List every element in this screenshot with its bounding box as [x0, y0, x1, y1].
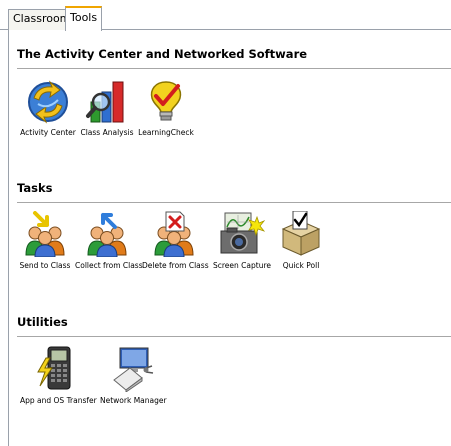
- section-divider-utilities: [17, 336, 451, 337]
- app-os-transfer-icon: [37, 346, 71, 390]
- tool-label: Network Manager: [100, 396, 167, 405]
- tool-label: Screen Capture: [213, 261, 271, 270]
- delete-from-class-icon: [154, 211, 194, 257]
- collect-from-class-icon: [87, 213, 127, 257]
- tool-label: App and OS Transfer: [20, 396, 97, 405]
- quick-poll-button[interactable]: Quick Poll: [278, 211, 324, 270]
- section-title-tasks: Tasks: [17, 181, 53, 195]
- screen-capture-button[interactable]: Screen Capture: [210, 211, 274, 270]
- section-divider-tasks: [17, 202, 451, 203]
- tab-tools[interactable]: Tools: [65, 6, 102, 31]
- quick-poll-icon: [281, 211, 321, 256]
- tool-label: Collect from Class: [75, 261, 143, 270]
- tab-bar: Classroom Tools: [0, 0, 451, 31]
- activity-center-button[interactable]: Activity Center: [20, 80, 76, 137]
- tool-label: LearningCheck: [138, 128, 194, 137]
- network-manager-button[interactable]: Network Manager: [100, 346, 167, 405]
- learningcheck-icon: [150, 81, 182, 121]
- tool-label: Send to Class: [19, 261, 71, 270]
- collect-from-class-button[interactable]: Collect from Class: [75, 211, 143, 270]
- section-title-activity: The Activity Center and Networked Softwa…: [17, 47, 308, 61]
- panel-left-border: [8, 30, 9, 446]
- tool-label: Activity Center: [20, 128, 76, 137]
- activity-center-icon: [28, 80, 68, 124]
- send-to-class-button[interactable]: Send to Class: [17, 211, 73, 270]
- send-to-class-icon: [25, 211, 65, 257]
- tool-label: Class Analysis: [80, 128, 134, 137]
- tool-label: Delete from Class: [142, 261, 209, 270]
- tool-label: Quick Poll: [282, 261, 320, 270]
- network-manager-icon: [113, 347, 154, 392]
- screen-capture-icon: [220, 212, 265, 254]
- section-title-utilities: Utilities: [17, 315, 68, 329]
- tab-classroom[interactable]: Classroom: [8, 9, 70, 30]
- delete-from-class-button[interactable]: Delete from Class: [142, 211, 209, 270]
- class-analysis-icon: [86, 81, 124, 123]
- learningcheck-button[interactable]: LearningCheck: [138, 80, 194, 137]
- section-divider-activity: [17, 68, 451, 69]
- app-os-transfer-button[interactable]: App and OS Transfer: [20, 346, 97, 405]
- class-analysis-button[interactable]: Class Analysis: [80, 80, 134, 137]
